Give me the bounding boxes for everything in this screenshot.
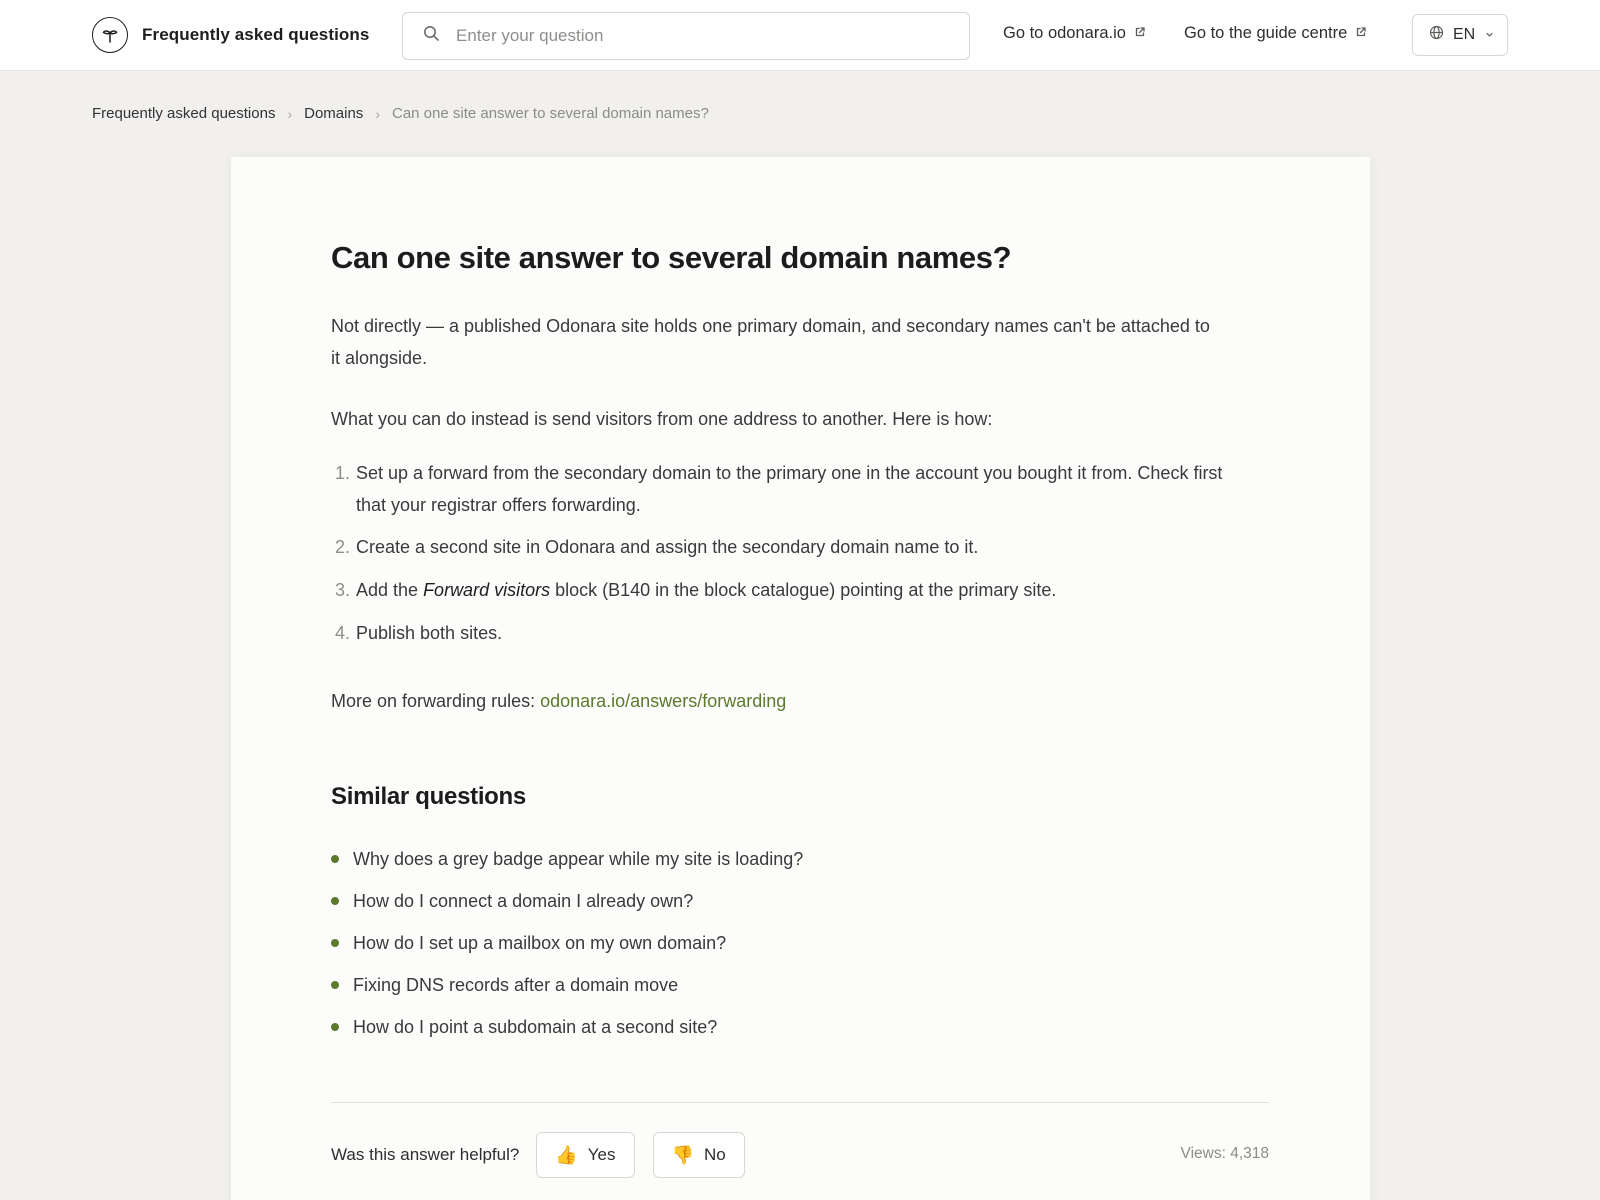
breadcrumb-separator: › <box>287 105 293 122</box>
list-item: Fixing DNS records after a domain move <box>331 964 803 1006</box>
thumbs-down-icon: 👎 <box>671 1144 694 1166</box>
language-selector[interactable]: EN <box>1412 14 1508 56</box>
list-item: How do I set up a mailbox on my own doma… <box>331 922 803 964</box>
similar-question-link[interactable]: Why does a grey badge appear while my si… <box>353 849 803 870</box>
bullet-dot <box>331 855 339 863</box>
search-icon <box>423 25 440 47</box>
yes-label: Yes <box>587 1145 616 1164</box>
forwarding-link[interactable]: odonara.io/answers/forwarding <box>540 691 786 711</box>
step-text: Create a second site in Odonara and assi… <box>356 537 979 557</box>
no-label: No <box>703 1145 726 1164</box>
globe-icon <box>1429 25 1444 45</box>
step-number: 4. <box>335 623 351 643</box>
link-odonara-label: Go to odonara.io <box>1003 24 1126 42</box>
feedback-bar: Was this answer helpful? 👍 Yes 👎 No View… <box>331 1132 1269 1178</box>
step-text-pre: Add the <box>356 580 424 600</box>
similar-questions-list: Why does a grey badge appear while my si… <box>331 838 803 1048</box>
step-item: 3. Add the Forward visitors block (B140 … <box>331 574 1231 606</box>
feedback-question: Was this answer helpful? <box>331 1145 520 1164</box>
sprout-logo-icon <box>92 17 128 53</box>
external-link-icon <box>1134 24 1146 43</box>
step-number: 1. <box>335 463 351 483</box>
breadcrumb-item-domains[interactable]: Domains <box>304 105 363 122</box>
steps-list: 1. Set up a forward from the secondary d… <box>331 457 1231 649</box>
step-text-post: block (B140 in the block catalogue) poin… <box>550 580 1057 600</box>
brand[interactable]: Frequently asked questions <box>92 17 369 53</box>
list-item: How do I connect a domain I already own? <box>331 880 803 922</box>
step-text: Set up a forward from the secondary doma… <box>356 463 1223 515</box>
article-paragraph: What you can do instead is send visitors… <box>331 409 993 429</box>
more-info: More on forwarding rules: odonara.io/ans… <box>331 685 786 717</box>
block-name: Forward visitors <box>423 580 551 600</box>
breadcrumb-item-faq[interactable]: Frequently asked questions <box>92 105 275 122</box>
chevron-down-icon <box>1485 26 1494 44</box>
step-number: 2. <box>335 537 351 557</box>
similar-questions-heading: Similar questions <box>331 783 526 810</box>
yes-button[interactable]: 👍 Yes <box>536 1132 635 1178</box>
list-item: Why does a grey badge appear while my si… <box>331 838 803 880</box>
search-input[interactable] <box>456 26 936 46</box>
brand-title: Frequently asked questions <box>142 25 370 44</box>
similar-question-link[interactable]: How do I set up a mailbox on my own doma… <box>353 933 726 954</box>
similar-question-link[interactable]: Fixing DNS records after a domain move <box>353 975 678 996</box>
no-button[interactable]: 👎 No <box>652 1132 745 1178</box>
bullet-dot <box>331 981 339 989</box>
similar-question-link[interactable]: How do I point a subdomain at a second s… <box>353 1017 717 1038</box>
step-item: 1. Set up a forward from the secondary d… <box>331 457 1231 521</box>
link-guide-centre-label: Go to the guide centre <box>1184 24 1348 42</box>
step-item: 2. Create a second site in Odonara and a… <box>331 531 1231 563</box>
bullet-dot <box>331 1023 339 1031</box>
bullet-dot <box>331 939 339 947</box>
article-card: Can one site answer to several domain na… <box>231 157 1370 1200</box>
page-title: Can one site answer to several domain na… <box>331 240 1012 275</box>
link-odonara[interactable]: Go to odonara.io <box>1003 24 1146 43</box>
step-item: 4. Publish both sites. <box>331 617 1231 649</box>
article-paragraph: Not directly — a published Odonara site … <box>331 316 1210 368</box>
similar-question-link[interactable]: How do I connect a domain I already own? <box>353 891 693 912</box>
step-number: 3. <box>335 580 351 600</box>
top-bar: Frequently asked questions Go to odonara… <box>0 0 1600 71</box>
breadcrumb-separator: › <box>375 105 380 122</box>
search-box[interactable] <box>402 12 970 60</box>
breadcrumb: Frequently asked questions › Domains › C… <box>92 105 709 122</box>
breadcrumb-current: Can one site answer to several domain na… <box>391 105 709 122</box>
thumbs-up-icon: 👍 <box>555 1144 578 1166</box>
view-count: Views: 4,318 <box>1180 1145 1269 1162</box>
language-code: EN <box>1453 26 1476 43</box>
more-info-label: More on forwarding rules: <box>331 691 541 711</box>
link-guide-centre[interactable]: Go to the guide centre <box>1184 24 1367 43</box>
external-link-icon <box>1355 24 1367 43</box>
divider <box>331 1102 1269 1103</box>
step-text: Publish both sites. <box>356 623 503 643</box>
bullet-dot <box>331 897 339 905</box>
list-item: How do I point a subdomain at a second s… <box>331 1006 803 1048</box>
